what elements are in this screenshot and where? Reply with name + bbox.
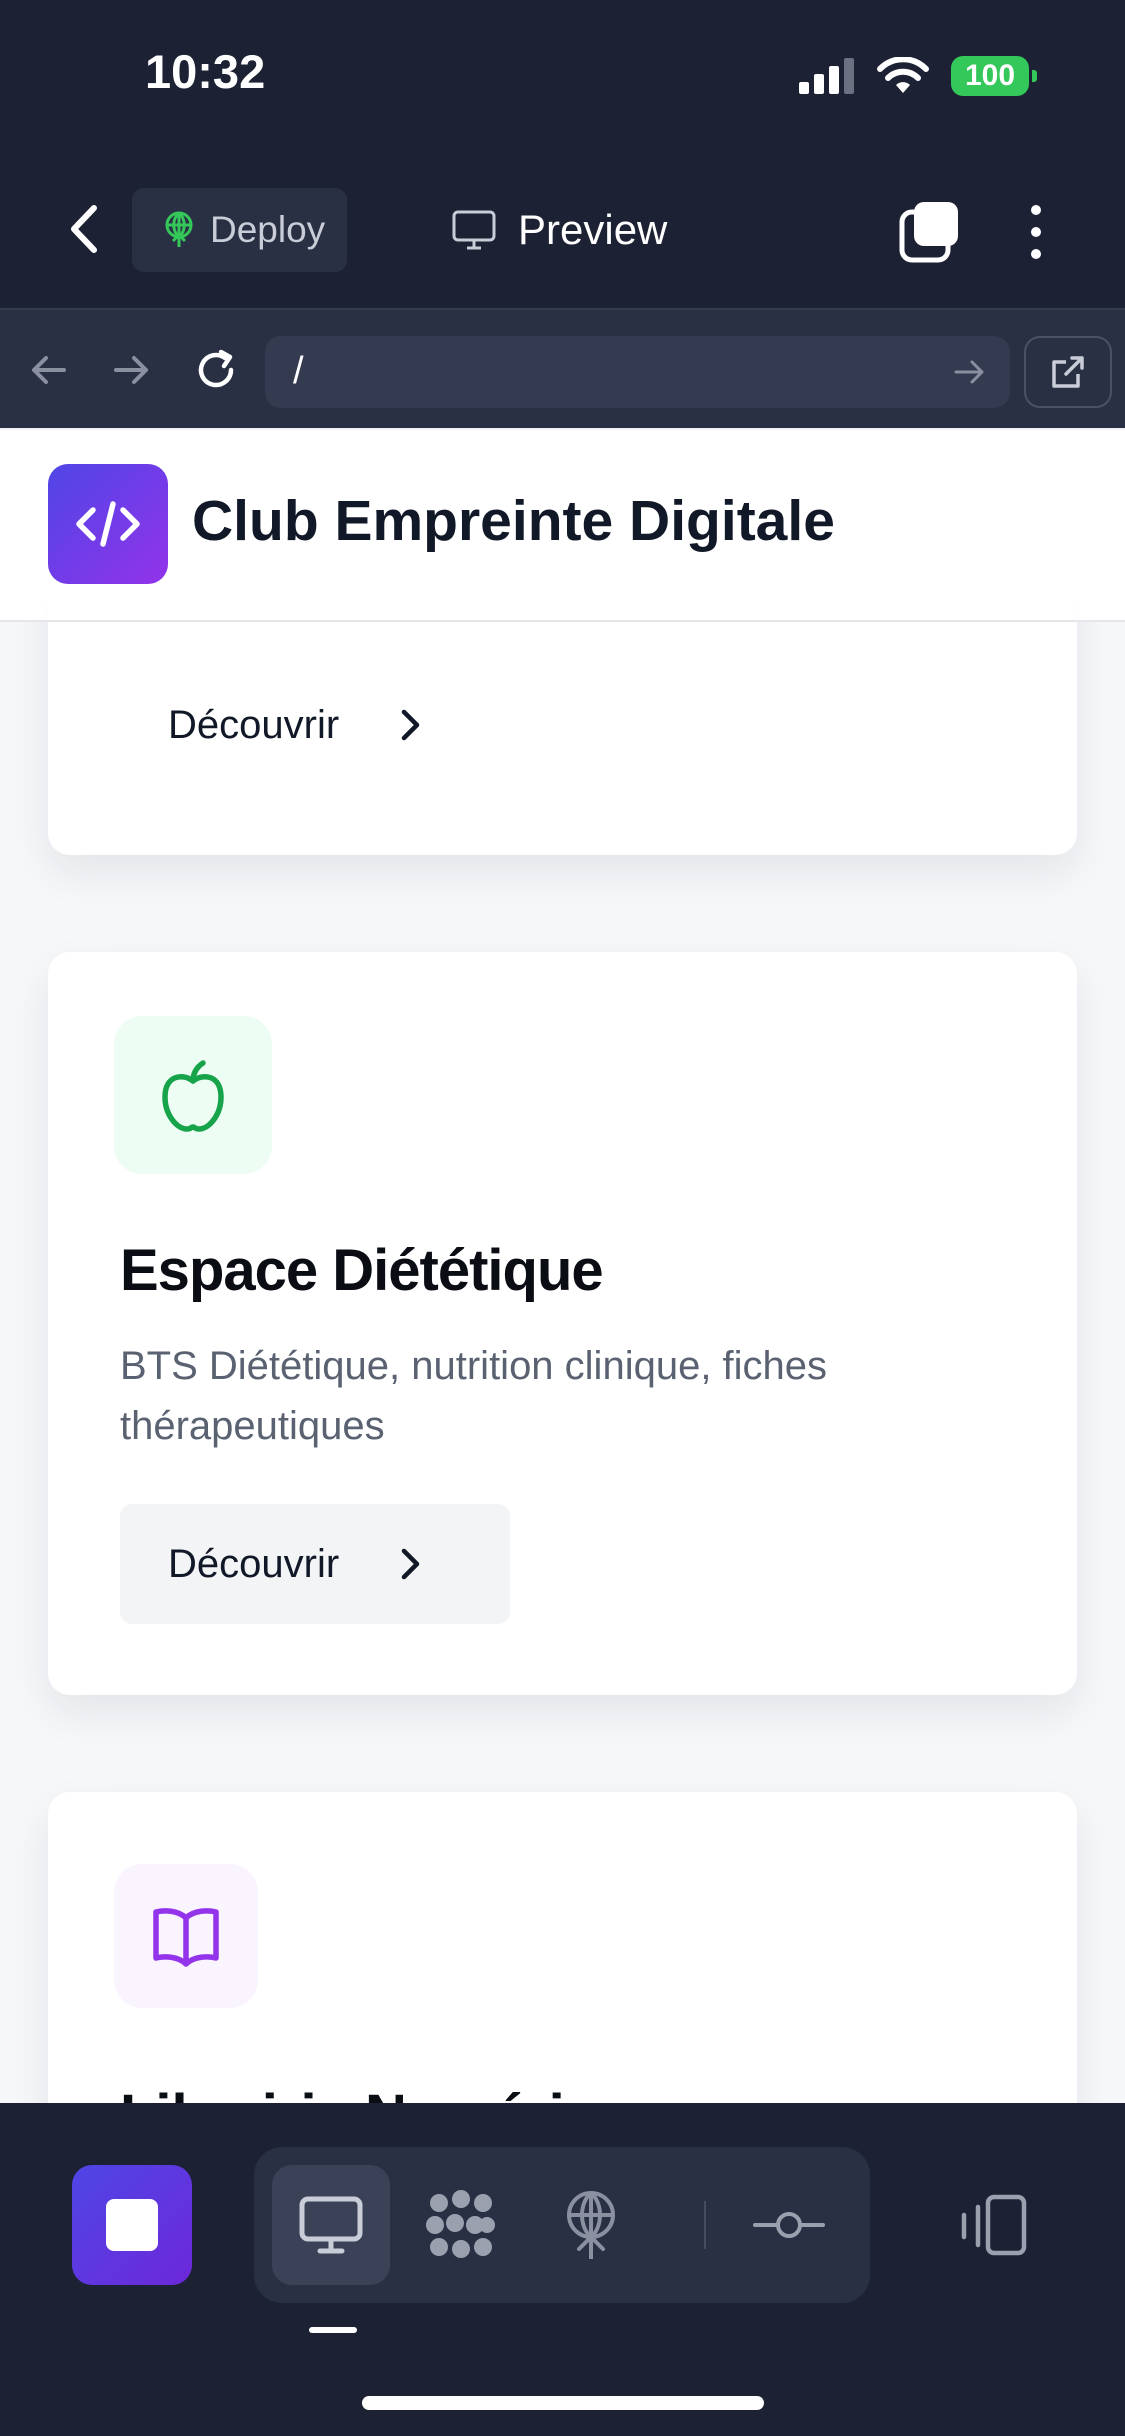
deploy-icon: [165, 211, 193, 247]
url-input[interactable]: /: [265, 336, 1010, 408]
discover-label: Découvrir: [168, 1541, 340, 1586]
site-logo[interactable]: [48, 464, 168, 584]
monitor-icon: [299, 2196, 363, 2254]
arrow-right-icon[interactable]: [110, 348, 154, 392]
deploy-button[interactable]: Deploy: [132, 188, 347, 272]
apple-icon: [162, 1060, 224, 1132]
site-title[interactable]: Club Empreinte Digitale: [192, 488, 835, 554]
chevron-right-icon: [401, 709, 420, 741]
arrow-left-icon[interactable]: [26, 348, 70, 392]
device-switch-icon[interactable]: [958, 2193, 1028, 2257]
url-value: /: [293, 350, 304, 392]
chevron-right-icon: [401, 1548, 420, 1580]
wifi-icon: [877, 57, 929, 93]
signal-icon: [799, 58, 854, 94]
battery-indicator: 100: [951, 56, 1037, 96]
stop-icon: [106, 2199, 158, 2251]
external-link-icon: [1052, 356, 1084, 388]
network-tab[interactable]: [402, 2165, 520, 2285]
monitor-icon: [452, 210, 496, 250]
git-commit-tab[interactable]: [730, 2165, 848, 2285]
git-commit-icon: [753, 2212, 825, 2238]
icon-tile: [114, 1016, 272, 1174]
discover-label: Découvrir: [168, 702, 340, 747]
app-navbar: Deploy Preview: [0, 150, 1125, 308]
view-switcher: [254, 2147, 870, 2303]
divider: [704, 2201, 706, 2249]
feature-card-dietetique: Espace Diététique BTS Diététique, nutrit…: [48, 952, 1077, 1695]
open-external-button[interactable]: [1024, 336, 1112, 408]
go-arrow-icon[interactable]: [952, 354, 988, 390]
back-chevron-icon[interactable]: [62, 202, 108, 256]
cluster-icon: [426, 2190, 495, 2258]
preview-button[interactable]: Preview: [452, 198, 667, 262]
discover-button[interactable]: Découvrir: [120, 1504, 510, 1624]
deploy-tab[interactable]: [532, 2165, 650, 2285]
discover-button[interactable]: Découvrir: [120, 665, 510, 785]
status-bar: 10:32 100: [0, 0, 1125, 150]
bottom-toolbar: [0, 2103, 1125, 2436]
preview-label: Preview: [518, 206, 668, 253]
icon-tile: [114, 1864, 258, 2008]
site-header: Club Empreinte Digitale: [0, 428, 1125, 622]
active-tab-indicator: [309, 2327, 357, 2333]
book-icon: [153, 1908, 219, 1967]
code-icon: [76, 501, 140, 547]
browser-url-bar: /: [0, 308, 1125, 430]
status-indicators: 100: [799, 54, 1037, 98]
reload-icon[interactable]: [194, 348, 238, 392]
home-indicator: [362, 2396, 764, 2410]
desktop-preview-tab[interactable]: [272, 2165, 390, 2285]
status-time: 10:32: [145, 45, 266, 98]
stop-button[interactable]: [72, 2165, 192, 2285]
tabs-icon[interactable]: [898, 200, 962, 264]
card-title: Espace Diététique: [120, 1238, 604, 1303]
deploy-label: Deploy: [210, 209, 326, 250]
card-description: BTS Diététique, nutrition clinique, fich…: [120, 1344, 828, 1448]
more-vertical-icon[interactable]: [1016, 200, 1056, 264]
deploy-icon: [567, 2191, 615, 2259]
